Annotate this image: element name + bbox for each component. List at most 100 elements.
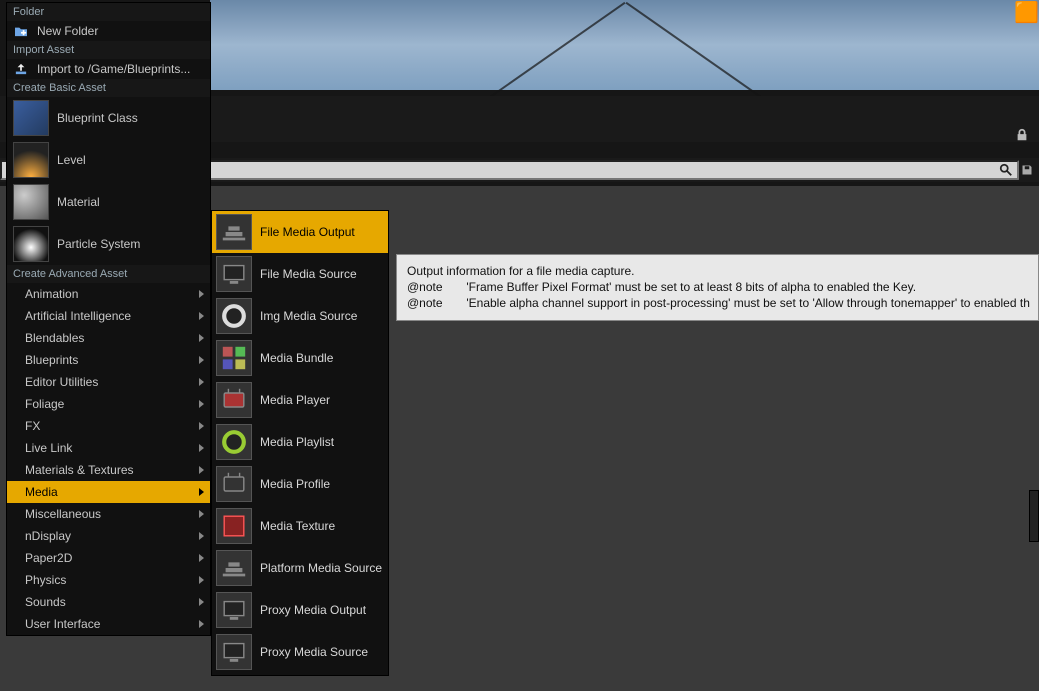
submenu-arrow-icon <box>199 334 204 342</box>
asset-type-icon <box>216 592 252 628</box>
tooltip-line: @note 'Frame Buffer Pixel Format' must b… <box>407 279 1028 295</box>
submenu-arrow-icon <box>199 510 204 518</box>
media-item-platform-media-source[interactable]: Platform Media Source <box>212 547 388 589</box>
note-text: 'Frame Buffer Pixel Format' must be set … <box>466 280 916 294</box>
asset-type-icon <box>216 550 252 586</box>
asset-type-icon <box>216 634 252 670</box>
menu-item-label: Platform Media Source <box>260 561 382 575</box>
submenu-arrow-icon <box>199 488 204 496</box>
menu-item-label: Miscellaneous <box>25 507 101 521</box>
note-tag: @note <box>407 295 463 311</box>
menu-item-label: Import to /Game/Blueprints... <box>37 62 190 76</box>
menu-item-label: Blendables <box>25 331 84 345</box>
media-item-media-player[interactable]: Media Player <box>212 379 388 421</box>
submenu-arrow-icon <box>199 532 204 540</box>
tooltip-line: Output information for a file media capt… <box>407 263 1028 279</box>
note-tag: @note <box>407 279 463 295</box>
media-item-file-media-source[interactable]: File Media Source <box>212 253 388 295</box>
media-item-media-profile[interactable]: Media Profile <box>212 463 388 505</box>
media-item-file-media-output[interactable]: File Media Output <box>212 211 388 253</box>
menu-item-label: FX <box>25 419 40 433</box>
menu-item-label: Media Bundle <box>260 351 333 365</box>
material-icon <box>13 184 49 220</box>
adv-item-paper2d[interactable]: Paper2D <box>7 547 210 569</box>
media-item-media-texture[interactable]: Media Texture <box>212 505 388 547</box>
menu-item-label: File Media Source <box>260 267 357 281</box>
section-header-folder: Folder <box>7 3 210 21</box>
menu-level[interactable]: Level <box>7 139 210 181</box>
adv-item-user-interface[interactable]: User Interface <box>7 613 210 635</box>
submenu-arrow-icon <box>199 312 204 320</box>
media-item-img-media-source[interactable]: Img Media Source <box>212 295 388 337</box>
menu-item-label: Media Profile <box>260 477 330 491</box>
editor-corner-ornament: 🟧 <box>1014 0 1039 25</box>
submenu-arrow-icon <box>199 356 204 364</box>
menu-item-label: File Media Output <box>260 225 355 239</box>
menu-import-asset[interactable]: Import to /Game/Blueprints... <box>7 59 210 79</box>
adv-item-materials-textures[interactable]: Materials & Textures <box>7 459 210 481</box>
media-item-proxy-media-source[interactable]: Proxy Media Source <box>212 631 388 673</box>
menu-new-folder[interactable]: New Folder <box>7 21 210 41</box>
asset-type-icon <box>216 466 252 502</box>
menu-material[interactable]: Material <box>7 181 210 223</box>
menu-item-label: New Folder <box>37 24 98 38</box>
menu-item-label: Blueprints <box>25 353 78 367</box>
menu-item-label: Particle System <box>57 237 140 251</box>
viewport-preview <box>210 0 1039 90</box>
submenu-arrow-icon <box>199 378 204 386</box>
menu-item-label: Media Player <box>260 393 330 407</box>
media-item-proxy-media-output[interactable]: Proxy Media Output <box>212 589 388 631</box>
menu-item-label: Physics <box>25 573 66 587</box>
search-icon[interactable] <box>997 160 1015 180</box>
menu-item-label: Blueprint Class <box>57 111 138 125</box>
menu-item-label: Paper2D <box>25 551 72 565</box>
asset-type-icon <box>216 424 252 460</box>
media-item-media-bundle[interactable]: Media Bundle <box>212 337 388 379</box>
adv-item-sounds[interactable]: Sounds <box>7 591 210 613</box>
adv-item-fx[interactable]: FX <box>7 415 210 437</box>
menu-item-label: nDisplay <box>25 529 71 543</box>
adv-item-media[interactable]: Media <box>7 481 210 503</box>
side-scroll-hint <box>1029 490 1039 542</box>
menu-item-label: Foliage <box>25 397 64 411</box>
menu-blueprint-class[interactable]: Blueprint Class <box>7 97 210 139</box>
adv-item-artificial-intelligence[interactable]: Artificial Intelligence <box>7 305 210 327</box>
submenu-arrow-icon <box>199 576 204 584</box>
section-header-basic: Create Basic Asset <box>7 79 210 97</box>
asset-type-icon <box>216 340 252 376</box>
note-text: 'Enable alpha channel support in post-pr… <box>466 296 1030 310</box>
menu-item-label: User Interface <box>25 617 100 631</box>
adv-item-blendables[interactable]: Blendables <box>7 327 210 349</box>
submenu-arrow-icon <box>199 400 204 408</box>
menu-item-label: Proxy Media Source <box>260 645 368 659</box>
adv-item-physics[interactable]: Physics <box>7 569 210 591</box>
menu-item-label: Media Texture <box>260 519 335 533</box>
advanced-asset-list: Animation Artificial Intelligence Blendabl… <box>7 283 210 635</box>
submenu-arrow-icon <box>199 620 204 628</box>
menu-item-label: Media Playlist <box>260 435 334 449</box>
save-search-icon[interactable] <box>1019 160 1035 180</box>
adv-item-animation[interactable]: Animation <box>7 283 210 305</box>
menu-item-label: Material <box>57 195 100 209</box>
adv-item-ndisplay[interactable]: nDisplay <box>7 525 210 547</box>
submenu-arrow-icon <box>199 444 204 452</box>
menu-item-label: Materials & Textures <box>25 463 134 477</box>
menu-item-label: Proxy Media Output <box>260 603 366 617</box>
asset-type-icon <box>216 382 252 418</box>
adv-item-live-link[interactable]: Live Link <box>7 437 210 459</box>
menu-item-label: Level <box>57 153 86 167</box>
asset-type-icon <box>216 508 252 544</box>
asset-type-icon <box>216 256 252 292</box>
adv-item-foliage[interactable]: Foliage <box>7 393 210 415</box>
import-icon <box>13 61 29 77</box>
menu-item-label: Animation <box>25 287 78 301</box>
menu-item-label: Sounds <box>25 595 66 609</box>
lock-icon[interactable] <box>1015 128 1031 144</box>
submenu-arrow-icon <box>199 598 204 606</box>
adv-item-editor-utilities[interactable]: Editor Utilities <box>7 371 210 393</box>
submenu-arrow-icon <box>199 290 204 298</box>
adv-item-miscellaneous[interactable]: Miscellaneous <box>7 503 210 525</box>
menu-particle-system[interactable]: Particle System <box>7 223 210 265</box>
media-item-media-playlist[interactable]: Media Playlist <box>212 421 388 463</box>
adv-item-blueprints[interactable]: Blueprints <box>7 349 210 371</box>
